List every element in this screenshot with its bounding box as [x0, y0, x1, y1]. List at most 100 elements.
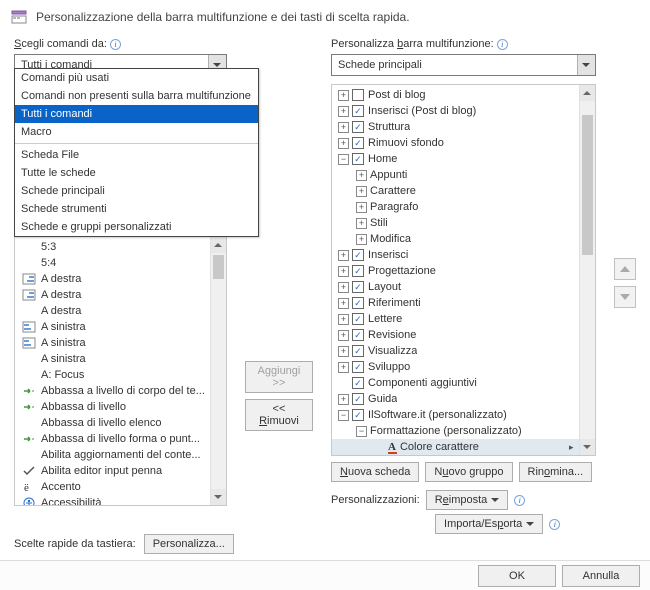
tree-item[interactable]: +✓Visualizza [332, 343, 579, 359]
expander-icon[interactable]: + [338, 266, 349, 277]
cancel-button[interactable]: Annulla [562, 565, 640, 587]
tree-item[interactable]: +Post di blog [332, 87, 579, 103]
expander-icon[interactable]: − [338, 410, 349, 421]
checkbox[interactable]: ✓ [352, 249, 364, 261]
expander-icon[interactable]: + [338, 106, 349, 117]
reset-button[interactable]: Reimposta [426, 490, 509, 510]
tree-item[interactable]: +✓Rimuovi sfondo [332, 135, 579, 151]
dropdown-option[interactable]: Schede principali [15, 182, 258, 200]
tree-item[interactable]: +Carattere [332, 183, 579, 199]
checkbox[interactable]: ✓ [352, 105, 364, 117]
info-icon[interactable]: i [549, 519, 560, 530]
scrollbar[interactable] [210, 237, 226, 505]
choose-commands-dropdown[interactable]: Comandi più usatiComandi non presenti su… [14, 68, 259, 237]
customize-shortcuts-button[interactable]: Personalizza... [144, 534, 234, 554]
tree-item[interactable]: +Stili [332, 215, 579, 231]
expander-icon[interactable]: + [356, 218, 367, 229]
tree-item[interactable]: +✓Progettazione [332, 263, 579, 279]
expander-icon[interactable]: + [338, 346, 349, 357]
expander-icon[interactable]: + [338, 362, 349, 373]
dropdown-option[interactable]: Tutti i comandi [15, 105, 258, 123]
command-item[interactable]: ëAccento▸ [15, 479, 226, 495]
expander-icon[interactable]: + [338, 138, 349, 149]
dropdown-option[interactable]: Scheda File [15, 146, 258, 164]
command-item[interactable]: Abbassa di livello forma o punt... [15, 431, 226, 447]
new-group-button[interactable]: Nuovo gruppo [425, 462, 512, 482]
dropdown-option[interactable]: Tutte le schede [15, 164, 258, 182]
expander-icon[interactable]: + [338, 90, 349, 101]
scrollbar[interactable] [579, 85, 595, 455]
tree-item[interactable]: −✓IlSoftware.it (personalizzato) [332, 407, 579, 423]
expander-icon[interactable]: + [338, 282, 349, 293]
checkbox[interactable]: ✓ [352, 297, 364, 309]
command-item[interactable]: Accessibilità [15, 495, 226, 506]
expander-icon[interactable]: + [338, 314, 349, 325]
dropdown-option[interactable]: Schede strumenti [15, 200, 258, 218]
tree-item[interactable]: −Formattazione (personalizzato) [332, 423, 579, 439]
tree-item[interactable]: +✓Lettere [332, 311, 579, 327]
info-icon[interactable]: i [514, 495, 525, 506]
tree-item[interactable]: +Modifica [332, 231, 579, 247]
checkbox[interactable]: ✓ [352, 329, 364, 341]
expander-icon[interactable]: + [338, 394, 349, 405]
expander-icon[interactable]: + [356, 186, 367, 197]
checkbox[interactable] [352, 89, 364, 101]
tree-item[interactable]: +✓Sviluppo [332, 359, 579, 375]
checkbox[interactable]: ✓ [352, 409, 364, 421]
command-item[interactable]: A destra [15, 271, 226, 287]
tree-item[interactable]: +✓Revisione [332, 327, 579, 343]
chevron-down-icon[interactable] [577, 55, 595, 75]
ribbon-tree[interactable]: +Post di blog+✓Inserisci (Post di blog)+… [331, 84, 596, 456]
dropdown-option[interactable]: Comandi più usati [15, 69, 258, 87]
checkbox[interactable]: ✓ [352, 121, 364, 133]
checkbox[interactable]: ✓ [352, 393, 364, 405]
import-export-button[interactable]: Importa/Esporta [435, 514, 543, 534]
expander-icon[interactable]: + [338, 250, 349, 261]
tree-item[interactable]: +✓Riferimenti [332, 295, 579, 311]
tree-item[interactable]: AColore carattere▸ [332, 439, 579, 455]
tree-item[interactable]: +✓Guida [332, 391, 579, 407]
checkbox[interactable]: ✓ [352, 377, 364, 389]
expander-icon[interactable]: − [338, 154, 349, 165]
tree-item[interactable]: +✓Struttura [332, 119, 579, 135]
command-item[interactable]: A sinistra [15, 319, 226, 335]
checkbox[interactable]: ✓ [352, 313, 364, 325]
commands-list[interactable]: 5:35:4A destraA destraA destraA sinistra… [14, 236, 227, 506]
expander-icon[interactable]: − [356, 426, 367, 437]
checkbox[interactable]: ✓ [352, 281, 364, 293]
tree-item[interactable]: +✓Inserisci (Post di blog) [332, 103, 579, 119]
checkbox[interactable]: ✓ [352, 361, 364, 373]
ok-button[interactable]: OK [478, 565, 556, 587]
dropdown-option[interactable]: Comandi non presenti sulla barra multifu… [15, 87, 258, 105]
info-icon[interactable]: i [497, 39, 508, 50]
expander-icon[interactable]: + [338, 330, 349, 341]
tree-item[interactable]: +Paragrafo [332, 199, 579, 215]
rename-button[interactable]: Rinomina... [519, 462, 593, 482]
new-tab-button[interactable]: Nuova scheda [331, 462, 419, 482]
expander-icon[interactable]: + [338, 298, 349, 309]
move-down-button[interactable] [614, 286, 636, 308]
expander-icon[interactable]: + [338, 122, 349, 133]
checkbox[interactable]: ✓ [352, 137, 364, 149]
checkbox[interactable]: ✓ [352, 153, 364, 165]
command-item[interactable]: Abilita aggiornamenti del conte... [15, 447, 226, 463]
customize-ribbon-combo[interactable]: Schede principali [331, 54, 596, 76]
expander-icon[interactable]: + [356, 170, 367, 181]
checkbox[interactable]: ✓ [352, 265, 364, 277]
remove-button[interactable]: << Rimuovi [245, 399, 313, 431]
command-item[interactable]: Abbassa di livello [15, 399, 226, 415]
command-item[interactable]: Abbassa a livello di corpo del te... [15, 383, 226, 399]
expander-icon[interactable]: + [356, 234, 367, 245]
command-item[interactable]: 5:4 [15, 255, 226, 271]
command-item[interactable]: A destra [15, 303, 226, 319]
dropdown-option[interactable] [15, 143, 258, 144]
command-item[interactable]: 5:3 [15, 239, 226, 255]
command-item[interactable]: A: Focus [15, 367, 226, 383]
expander-icon[interactable]: + [356, 202, 367, 213]
command-item[interactable]: Abbassa di livello elenco [15, 415, 226, 431]
tree-item[interactable]: +✓Layout [332, 279, 579, 295]
tree-item[interactable]: +✓Inserisci [332, 247, 579, 263]
checkbox[interactable]: ✓ [352, 345, 364, 357]
command-item[interactable]: A sinistra [15, 335, 226, 351]
dropdown-option[interactable]: Macro [15, 123, 258, 141]
